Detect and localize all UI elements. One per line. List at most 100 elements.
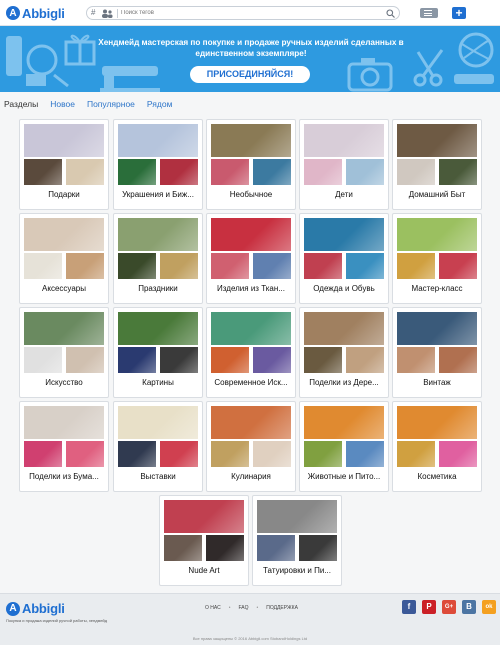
category-thumbnail-image[interactable] <box>160 253 198 279</box>
hashtag-icon[interactable]: # <box>91 8 95 17</box>
category-thumbnail-image[interactable] <box>257 500 337 533</box>
category-thumbnail-image[interactable] <box>24 406 104 439</box>
category-name[interactable]: Поделки из Дере... <box>302 378 386 388</box>
category-thumbnail-image[interactable] <box>118 253 156 279</box>
category-thumbnail-image[interactable] <box>24 124 104 157</box>
category-card[interactable]: Искусство <box>19 307 109 398</box>
odnoklassniki-icon[interactable]: ok <box>482 600 496 614</box>
category-card[interactable]: Дети <box>299 119 389 210</box>
category-thumbnail-image[interactable] <box>211 312 291 345</box>
category-thumbnail-image[interactable] <box>164 500 244 533</box>
join-button[interactable]: ПРИСОЕДИНЯЙСЯ! <box>190 66 310 83</box>
add-button[interactable]: + <box>452 7 466 19</box>
category-thumbnail-image[interactable] <box>253 159 291 185</box>
category-thumbnail-image[interactable] <box>211 124 291 157</box>
category-thumbnail-image[interactable] <box>304 218 384 251</box>
category-name[interactable]: Животные и Пито... <box>302 472 386 482</box>
category-thumbnail-image[interactable] <box>253 347 291 373</box>
category-thumbnail-image[interactable] <box>346 347 384 373</box>
category-name[interactable]: Винтаж <box>395 378 479 388</box>
category-thumbnail-image[interactable] <box>304 347 342 373</box>
category-thumbnail-image[interactable] <box>211 347 249 373</box>
category-thumbnail-image[interactable] <box>346 441 384 467</box>
category-name[interactable]: Мастер-класс <box>395 284 479 294</box>
category-thumbnail-image[interactable] <box>304 253 342 279</box>
category-name[interactable]: Татуировки и Пи... <box>255 566 339 576</box>
pinterest-icon[interactable]: P <box>422 600 436 614</box>
category-name[interactable]: Дети <box>302 190 386 200</box>
category-thumbnail-image[interactable] <box>304 159 342 185</box>
category-name[interactable]: Украшения и Биж... <box>116 190 200 200</box>
category-card[interactable]: Необычное <box>206 119 296 210</box>
category-thumbnail-image[interactable] <box>397 159 435 185</box>
footer-logo[interactable]: A Abbigli <box>6 601 65 616</box>
category-card[interactable]: Татуировки и Пи... <box>252 495 342 586</box>
footer-link-support[interactable]: ПОДДЕРЖКА <box>266 605 298 611</box>
category-name[interactable]: Искусство <box>22 378 106 388</box>
category-thumbnail-image[interactable] <box>211 159 249 185</box>
category-thumbnail-image[interactable] <box>164 535 202 561</box>
category-thumbnail-image[interactable] <box>118 159 156 185</box>
category-thumbnail-image[interactable] <box>118 312 198 345</box>
footer-link-faq[interactable]: FAQ <box>239 605 249 611</box>
facebook-icon[interactable]: f <box>402 600 416 614</box>
tab-nearby[interactable]: Рядом <box>147 99 173 111</box>
category-card[interactable]: Аксессуары <box>19 213 109 304</box>
category-card[interactable]: Винтаж <box>392 307 482 398</box>
category-thumbnail-image[interactable] <box>211 218 291 251</box>
logo[interactable]: A Abbigli <box>6 5 65 21</box>
category-name[interactable]: Изделия из Ткан... <box>209 284 293 294</box>
category-thumbnail-image[interactable] <box>118 124 198 157</box>
category-thumbnail-image[interactable] <box>304 406 384 439</box>
category-thumbnail-image[interactable] <box>211 406 291 439</box>
category-name[interactable]: Современное Иск... <box>209 378 293 388</box>
category-thumbnail-image[interactable] <box>397 124 477 157</box>
category-thumbnail-image[interactable] <box>24 218 104 251</box>
google-plus-icon[interactable]: G+ <box>442 600 456 614</box>
category-thumbnail-image[interactable] <box>299 535 337 561</box>
category-thumbnail-image[interactable] <box>160 159 198 185</box>
category-thumbnail-image[interactable] <box>24 347 62 373</box>
category-thumbnail-image[interactable] <box>118 441 156 467</box>
category-thumbnail-image[interactable] <box>66 253 104 279</box>
category-thumbnail-image[interactable] <box>66 347 104 373</box>
category-thumbnail-image[interactable] <box>24 441 62 467</box>
category-name[interactable]: Праздники <box>116 284 200 294</box>
category-card[interactable]: Поделки из Дере... <box>299 307 389 398</box>
category-thumbnail-image[interactable] <box>397 347 435 373</box>
category-name[interactable]: Nude Art <box>162 566 246 576</box>
category-card[interactable]: Животные и Пито... <box>299 401 389 492</box>
category-name[interactable]: Одежда и Обувь <box>302 284 386 294</box>
category-thumbnail-image[interactable] <box>397 406 477 439</box>
category-thumbnail-image[interactable] <box>397 441 435 467</box>
category-thumbnail-image[interactable] <box>253 441 291 467</box>
tab-popular[interactable]: Популярное <box>87 99 135 111</box>
category-name[interactable]: Косметика <box>395 472 479 482</box>
category-thumbnail-image[interactable] <box>160 441 198 467</box>
category-thumbnail-image[interactable] <box>439 347 477 373</box>
category-thumbnail-image[interactable] <box>211 441 249 467</box>
category-name[interactable]: Поделки из Бума... <box>22 472 106 482</box>
tab-new[interactable]: Новое <box>50 99 75 111</box>
category-thumbnail-image[interactable] <box>257 535 295 561</box>
category-name[interactable]: Картины <box>116 378 200 388</box>
category-card[interactable]: Украшения и Биж... <box>113 119 203 210</box>
category-name[interactable]: Необычное <box>209 190 293 200</box>
search-icon[interactable] <box>386 9 395 18</box>
category-thumbnail-image[interactable] <box>24 253 62 279</box>
search-input[interactable] <box>121 8 381 18</box>
category-thumbnail-image[interactable] <box>304 441 342 467</box>
category-card[interactable]: Одежда и Обувь <box>299 213 389 304</box>
category-thumbnail-image[interactable] <box>118 347 156 373</box>
category-card[interactable]: Nude Art <box>159 495 249 586</box>
category-thumbnail-image[interactable] <box>211 253 249 279</box>
people-icon[interactable] <box>101 9 113 18</box>
category-card[interactable]: Подарки <box>19 119 109 210</box>
category-thumbnail-image[interactable] <box>439 159 477 185</box>
category-name[interactable]: Кулинария <box>209 472 293 482</box>
category-name[interactable]: Выставки <box>116 472 200 482</box>
category-thumbnail-image[interactable] <box>397 218 477 251</box>
category-thumbnail-image[interactable] <box>346 253 384 279</box>
category-card[interactable]: Картины <box>113 307 203 398</box>
category-thumbnail-image[interactable] <box>66 159 104 185</box>
